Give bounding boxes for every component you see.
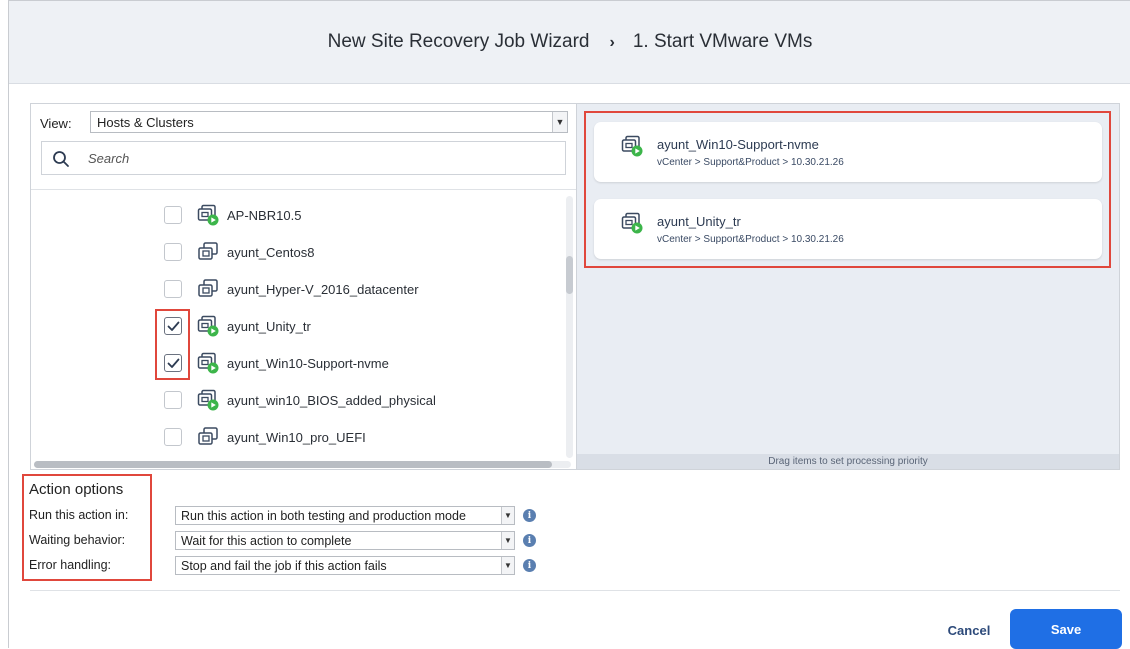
vm-list-item[interactable]: ayunt_Centos8 bbox=[164, 240, 314, 264]
cancel-button[interactable]: Cancel bbox=[929, 612, 1009, 648]
vm-powered-on-icon bbox=[197, 204, 219, 226]
step-title: 1. Start VMware VMs bbox=[632, 31, 813, 52]
vm-list-item[interactable]: ayunt_Win10_pro_UEFI bbox=[164, 425, 366, 449]
selected-items-highlight-box bbox=[584, 111, 1111, 268]
vm-name: ayunt_Hyper-V_2016_datacenter bbox=[227, 281, 419, 297]
vm-list-item[interactable]: ayunt_win10_BIOS_added_physical bbox=[164, 388, 436, 412]
vertical-scrollbar-thumb[interactable] bbox=[566, 256, 573, 294]
view-label: View: bbox=[40, 116, 72, 131]
waiting-behavior-select[interactable]: Wait for this action to complete ▼ bbox=[175, 531, 515, 550]
search-box[interactable] bbox=[41, 141, 566, 175]
run-mode-value: Run this action in both testing and prod… bbox=[181, 509, 466, 523]
save-button[interactable]: Save bbox=[1010, 609, 1122, 649]
vm-icon bbox=[197, 241, 219, 263]
info-icon[interactable]: i bbox=[523, 534, 536, 547]
run-mode-label: Run this action in: bbox=[29, 508, 129, 522]
checkbox-highlight-box bbox=[155, 309, 190, 380]
vm-checkbox[interactable] bbox=[164, 243, 182, 261]
vm-checkbox[interactable] bbox=[164, 391, 182, 409]
inventory-toolbar: View: Hosts & Clusters ▼ bbox=[31, 104, 576, 190]
wizard-window: New Site Recovery Job Wizard › 1. Start … bbox=[8, 0, 1130, 649]
vm-powered-on-icon bbox=[197, 352, 219, 374]
drag-priority-hint: Drag items to set processing priority bbox=[577, 454, 1119, 469]
vm-list-item[interactable]: ayunt_Win10-Support-nvme bbox=[164, 351, 389, 375]
info-icon[interactable]: i bbox=[523, 509, 536, 522]
vm-powered-on-icon bbox=[197, 389, 219, 411]
view-select[interactable]: Hosts & Clusters ▼ bbox=[90, 111, 568, 133]
view-select-value: Hosts & Clusters bbox=[97, 115, 194, 130]
search-input[interactable] bbox=[88, 151, 528, 166]
wizard-header: New Site Recovery Job Wizard › 1. Start … bbox=[9, 1, 1130, 84]
error-handling-value: Stop and fail the job if this action fai… bbox=[181, 559, 387, 573]
vm-name: AP-NBR10.5 bbox=[227, 207, 302, 223]
vm-checkbox[interactable] bbox=[164, 206, 182, 224]
action-options-title: Action options bbox=[29, 481, 124, 498]
horizontal-scrollbar[interactable] bbox=[34, 461, 571, 468]
horizontal-scrollbar-thumb[interactable] bbox=[34, 461, 552, 468]
search-icon bbox=[53, 151, 69, 167]
wizard-title: New Site Recovery Job Wizard bbox=[327, 31, 590, 52]
inventory-panel: View: Hosts & Clusters ▼ AP-NBR10.5 bbox=[30, 103, 577, 470]
footer-divider bbox=[30, 590, 1120, 591]
vm-list-item[interactable]: ayunt_Hyper-V_2016_datacenter bbox=[164, 277, 419, 301]
chevron-down-icon: ▼ bbox=[501, 557, 514, 574]
vm-name: ayunt_Win10_pro_UEFI bbox=[227, 429, 366, 445]
waiting-behavior-label: Waiting behavior: bbox=[29, 533, 126, 547]
waiting-behavior-value: Wait for this action to complete bbox=[181, 534, 352, 548]
breadcrumb-separator: › bbox=[609, 34, 615, 51]
chevron-down-icon: ▼ bbox=[552, 112, 567, 132]
info-icon[interactable]: i bbox=[523, 559, 536, 572]
run-mode-select[interactable]: Run this action in both testing and prod… bbox=[175, 506, 515, 525]
chevron-down-icon: ▼ bbox=[501, 507, 514, 524]
vm-checkbox[interactable] bbox=[164, 428, 182, 446]
vm-icon bbox=[197, 278, 219, 300]
chevron-down-icon: ▼ bbox=[501, 532, 514, 549]
vm-name: ayunt_Win10-Support-nvme bbox=[227, 355, 389, 371]
vm-checkbox[interactable] bbox=[164, 280, 182, 298]
error-handling-select[interactable]: Stop and fail the job if this action fai… bbox=[175, 556, 515, 575]
vm-icon bbox=[197, 426, 219, 448]
vm-powered-on-icon bbox=[197, 315, 219, 337]
vertical-scrollbar[interactable] bbox=[566, 196, 573, 458]
vm-tree-list: AP-NBR10.5 ayunt_Centos8 ayunt_Hyper-V_2… bbox=[31, 191, 576, 457]
error-handling-label: Error handling: bbox=[29, 558, 111, 572]
vm-name: ayunt_Centos8 bbox=[227, 244, 315, 260]
vm-list-item[interactable]: AP-NBR10.5 bbox=[164, 203, 301, 227]
vm-name: ayunt_Unity_tr bbox=[227, 318, 311, 334]
vm-name: ayunt_win10_BIOS_added_physical bbox=[227, 392, 436, 408]
